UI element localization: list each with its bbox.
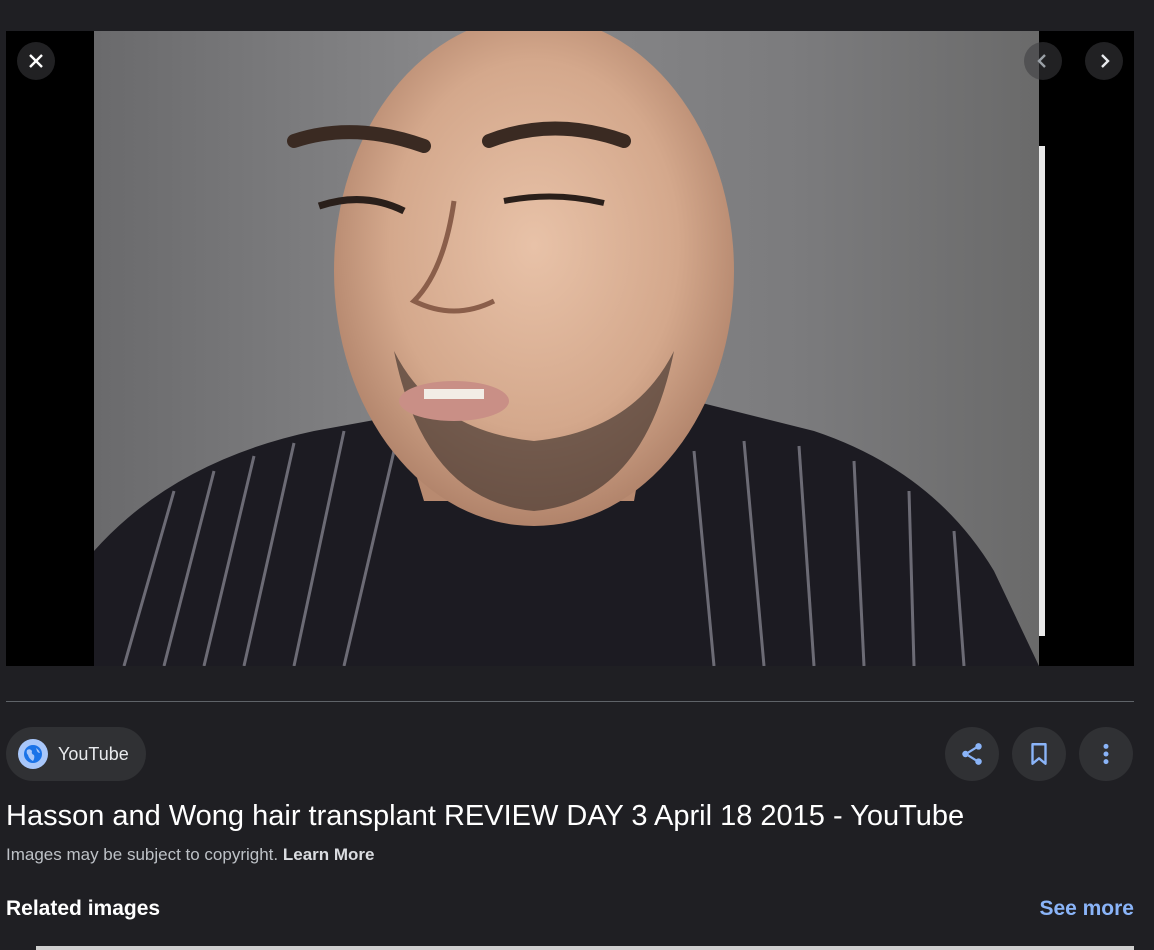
image-viewer: [6, 31, 1134, 666]
globe-icon: [18, 739, 48, 769]
photo-illustration: [94, 31, 1039, 666]
more-options-button[interactable]: [1079, 727, 1133, 781]
learn-more-link[interactable]: Learn More: [283, 845, 375, 864]
source-chip[interactable]: YouTube: [6, 727, 146, 781]
close-button[interactable]: [17, 42, 55, 80]
divider: [6, 701, 1134, 702]
chevron-left-icon: [1037, 54, 1046, 68]
chevron-right-icon: [1101, 54, 1110, 68]
more-vert-icon: [1103, 743, 1109, 765]
related-images-heading: Related images: [6, 897, 161, 920]
previous-image-button[interactable]: [1024, 42, 1062, 80]
save-button[interactable]: [1012, 727, 1066, 781]
close-icon: [29, 54, 43, 68]
related-thumbnails-strip[interactable]: [36, 946, 1134, 950]
preview-image[interactable]: [94, 31, 1039, 666]
bookmark-icon: [1031, 743, 1047, 765]
copyright-notice: Images may be subject to copyright. Lear…: [6, 845, 375, 865]
share-button[interactable]: [945, 727, 999, 781]
see-more-link[interactable]: See more: [1039, 897, 1134, 921]
source-label: YouTube: [58, 743, 129, 764]
copyright-text: Images may be subject to copyright.: [6, 845, 279, 864]
adjacent-image-edge: [1039, 146, 1045, 636]
next-image-button[interactable]: [1085, 42, 1123, 80]
share-icon: [962, 743, 982, 765]
result-title[interactable]: Hasson and Wong hair transplant REVIEW D…: [6, 800, 964, 833]
